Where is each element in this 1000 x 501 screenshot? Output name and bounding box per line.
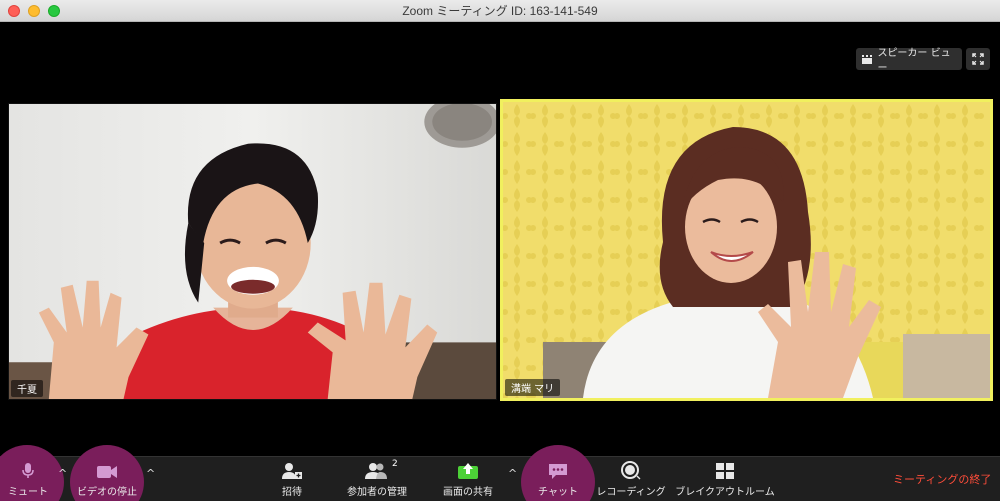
participant-name-tag: 溝端 マリ	[505, 379, 561, 396]
speaker-view-label: スピーカー ビュー	[877, 48, 951, 74]
manage-participants-button[interactable]: 参加者の管理	[344, 457, 410, 501]
end-meeting-button[interactable]: ミーティングの終了	[893, 471, 991, 487]
minimize-window-button[interactable]	[28, 5, 40, 17]
participant-count-badge: 2	[392, 459, 398, 469]
breakout-rooms-icon	[716, 463, 734, 479]
chat-button[interactable]: チャット	[521, 457, 595, 501]
breakout-rooms-label: ブレイクアウトルーム	[675, 487, 775, 498]
video-options-chevron-icon[interactable]: ^	[146, 467, 155, 480]
share-screen-icon	[458, 463, 478, 479]
window-controls	[8, 5, 60, 17]
title-bar: Zoom ミーティング ID: 163-141-549	[0, 0, 1000, 22]
fullscreen-button[interactable]	[966, 48, 990, 70]
add-person-icon	[282, 463, 302, 479]
fullscreen-icon	[972, 53, 984, 65]
maximize-window-button[interactable]	[48, 5, 60, 17]
mute-label: ミュート	[8, 487, 48, 498]
record-label: レコーディング	[596, 487, 666, 498]
record-button[interactable]: レコーディング	[596, 457, 666, 501]
participants-icon	[365, 463, 387, 479]
active-speaker-video-tile[interactable]: 溝端 マリ	[500, 99, 993, 401]
share-screen-label: 画面の共有	[443, 487, 493, 498]
participant-video-tile[interactable]: 千夏	[8, 103, 497, 400]
stop-video-button[interactable]: ビデオの停止	[70, 457, 144, 501]
chat-label: チャット	[538, 487, 578, 498]
record-icon	[621, 461, 641, 480]
manage-participants-label: 参加者の管理	[347, 487, 407, 498]
video-stage: スピーカー ビュー 千夏 溝端 マリ	[0, 22, 1000, 456]
microphone-icon	[22, 463, 34, 478]
participant-video-feed	[503, 102, 990, 398]
audio-options-chevron-icon[interactable]: ^	[58, 467, 67, 480]
share-options-chevron-icon[interactable]: ^	[508, 467, 517, 480]
speaker-view-icon	[862, 54, 873, 64]
breakout-rooms-button[interactable]: ブレイクアウトルーム	[672, 457, 778, 501]
speaker-view-button[interactable]: スピーカー ビュー	[856, 48, 962, 74]
mute-button[interactable]: ミュート	[0, 457, 56, 501]
participant-name-tag: 千夏	[11, 380, 43, 397]
participant-video-feed	[9, 104, 496, 399]
close-window-button[interactable]	[8, 5, 20, 17]
invite-label: 招待	[282, 487, 302, 498]
invite-button[interactable]: 招待	[272, 457, 312, 501]
window-title: Zoom ミーティング ID: 163-141-549	[402, 4, 598, 18]
meeting-toolbar: ミュート ^ ビデオの停止 ^ 招待 参加者の管理 2 画面の共有 ^ チャット…	[0, 445, 1000, 501]
chat-bubble-icon	[549, 464, 567, 479]
video-camera-icon	[97, 466, 117, 478]
share-screen-button[interactable]: 画面の共有	[438, 457, 498, 501]
stop-video-label: ビデオの停止	[77, 487, 137, 498]
